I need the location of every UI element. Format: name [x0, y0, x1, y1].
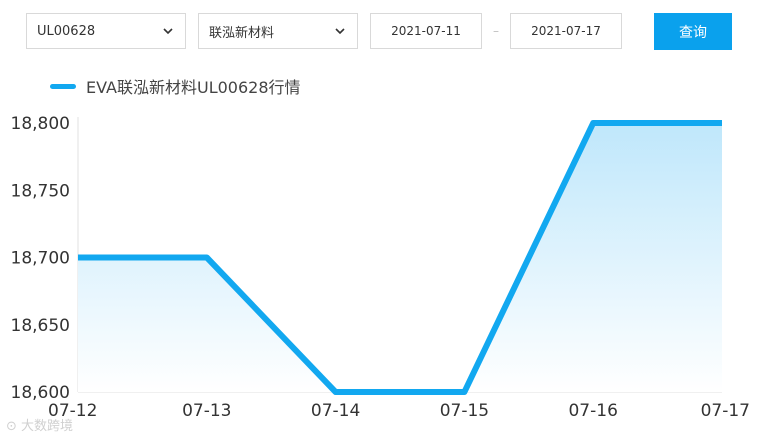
x-tick-label: 07-15	[440, 401, 489, 421]
watermark-icon: ⊙	[6, 419, 22, 434]
x-tick-label: 07-17	[701, 401, 750, 421]
x-tick-label: 07-14	[311, 401, 360, 421]
price-chart: 18,60018,65018,70018,75018,80007-12 07-13…	[11, 114, 750, 421]
y-tick-label: 18,700	[11, 249, 70, 269]
watermark-text: 大数跨境	[21, 419, 74, 434]
x-tick-label: 07-13	[182, 401, 231, 421]
watermark: ⊙ 大数跨境	[6, 415, 73, 434]
y-tick-label: 18,600	[11, 383, 70, 403]
y-tick-label: 18,650	[11, 316, 70, 336]
y-tick-label: 18,800	[11, 114, 70, 134]
x-tick-label: 07-16	[568, 401, 617, 421]
y-tick-label: 18,750	[11, 181, 70, 201]
